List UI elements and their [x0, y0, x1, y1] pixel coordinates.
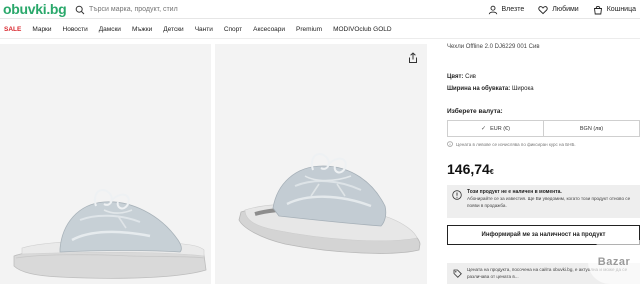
- currency-option-eur-label: EUR (€): [490, 125, 510, 132]
- watermark-text: Bazar: [597, 256, 631, 268]
- color-value: Сив: [465, 74, 476, 80]
- price-tag-icon: [453, 269, 462, 278]
- nav-item-sale[interactable]: SALE: [4, 26, 21, 33]
- product-title: Чехли Offline 2.0 DJ6229 001 Сив: [447, 44, 540, 50]
- alert-icon: [452, 190, 462, 200]
- favorites-label: Любими: [552, 6, 579, 13]
- login-label: Влезте: [501, 6, 525, 13]
- currency-note: Цената в левове се изчислява по фиксиран…: [447, 141, 576, 147]
- site-logo[interactable]: obuvki.bg: [3, 1, 67, 17]
- product-photo-side[interactable]: [0, 44, 211, 284]
- favorites-link[interactable]: Любими: [538, 5, 579, 15]
- slide-sandal-angle-image: [238, 152, 421, 254]
- out-of-stock-title: Този продукт не е наличен в момента.: [467, 189, 562, 195]
- nav-item-premium[interactable]: Premium: [296, 26, 322, 33]
- search-input[interactable]: [89, 6, 389, 13]
- check-icon: ✓: [481, 126, 487, 132]
- product-photo-angle[interactable]: [215, 44, 427, 284]
- product-gallery: [0, 44, 427, 284]
- nav-item-men[interactable]: Мъжки: [132, 26, 152, 33]
- top-header: obuvki.bg Влезте Любими Кошница: [0, 0, 640, 19]
- nav-item-accessories[interactable]: Аксесоари: [253, 26, 285, 33]
- nav-item-bags[interactable]: Чанти: [195, 26, 213, 33]
- user-icon: [488, 5, 497, 14]
- nav-item-women[interactable]: Дамски: [99, 26, 121, 33]
- currency-option-eur[interactable]: ✓ EUR (€): [448, 121, 544, 136]
- nav-item-kids[interactable]: Детски: [163, 26, 183, 33]
- currency-toggle: ✓ EUR (€) BGN (лв): [447, 120, 640, 137]
- price-currency: €: [489, 169, 494, 176]
- cart-label: Кошница: [606, 6, 636, 13]
- currency-note-text: Цената в левове се изчислява по фиксиран…: [456, 141, 576, 147]
- width-label: Ширина на обувката:: [447, 86, 511, 92]
- heart-icon: [538, 5, 548, 14]
- width-attribute: Ширина на обувката: Широка: [447, 86, 534, 92]
- nav-item-sport[interactable]: Спорт: [224, 26, 242, 33]
- price-value: 146,74: [447, 161, 490, 177]
- currency-option-bgn[interactable]: BGN (лв): [544, 121, 639, 136]
- cart-icon: [593, 5, 602, 14]
- out-of-stock-text: Абонирайте се за известия. Ще Ви уведоми…: [467, 196, 631, 208]
- search-bar[interactable]: [75, 2, 485, 17]
- info-icon: [447, 141, 453, 147]
- cart-link[interactable]: Кошница: [593, 5, 636, 15]
- search-icon[interactable]: [75, 5, 85, 15]
- currency-label: Изберете валута:: [447, 108, 503, 115]
- color-label: Цвят:: [447, 74, 464, 80]
- header-actions: Влезте Любими Кошница: [488, 2, 636, 17]
- color-attribute: Цвят: Сив: [447, 74, 476, 80]
- login-link[interactable]: Влезте: [488, 5, 525, 15]
- nav-item-brands[interactable]: Марки: [32, 26, 51, 33]
- out-of-stock-notice: Този продукт не е наличен в момента. Або…: [447, 185, 640, 218]
- main-nav: SALE Марки Новости Дамски Мъжки Детски Ч…: [0, 20, 640, 39]
- width-value: Широка: [511, 86, 534, 92]
- watermark-badge: Bazar: [588, 240, 640, 284]
- nav-item-new[interactable]: Новости: [63, 26, 88, 33]
- product-price: 146,74€: [447, 161, 494, 177]
- nav-item-modivoclub[interactable]: MODIVOclub GOLD: [333, 26, 392, 33]
- slide-sandal-side-image: [13, 188, 207, 279]
- share-icon[interactable]: [407, 52, 419, 64]
- currency-option-bgn-label: BGN (лв): [579, 125, 604, 132]
